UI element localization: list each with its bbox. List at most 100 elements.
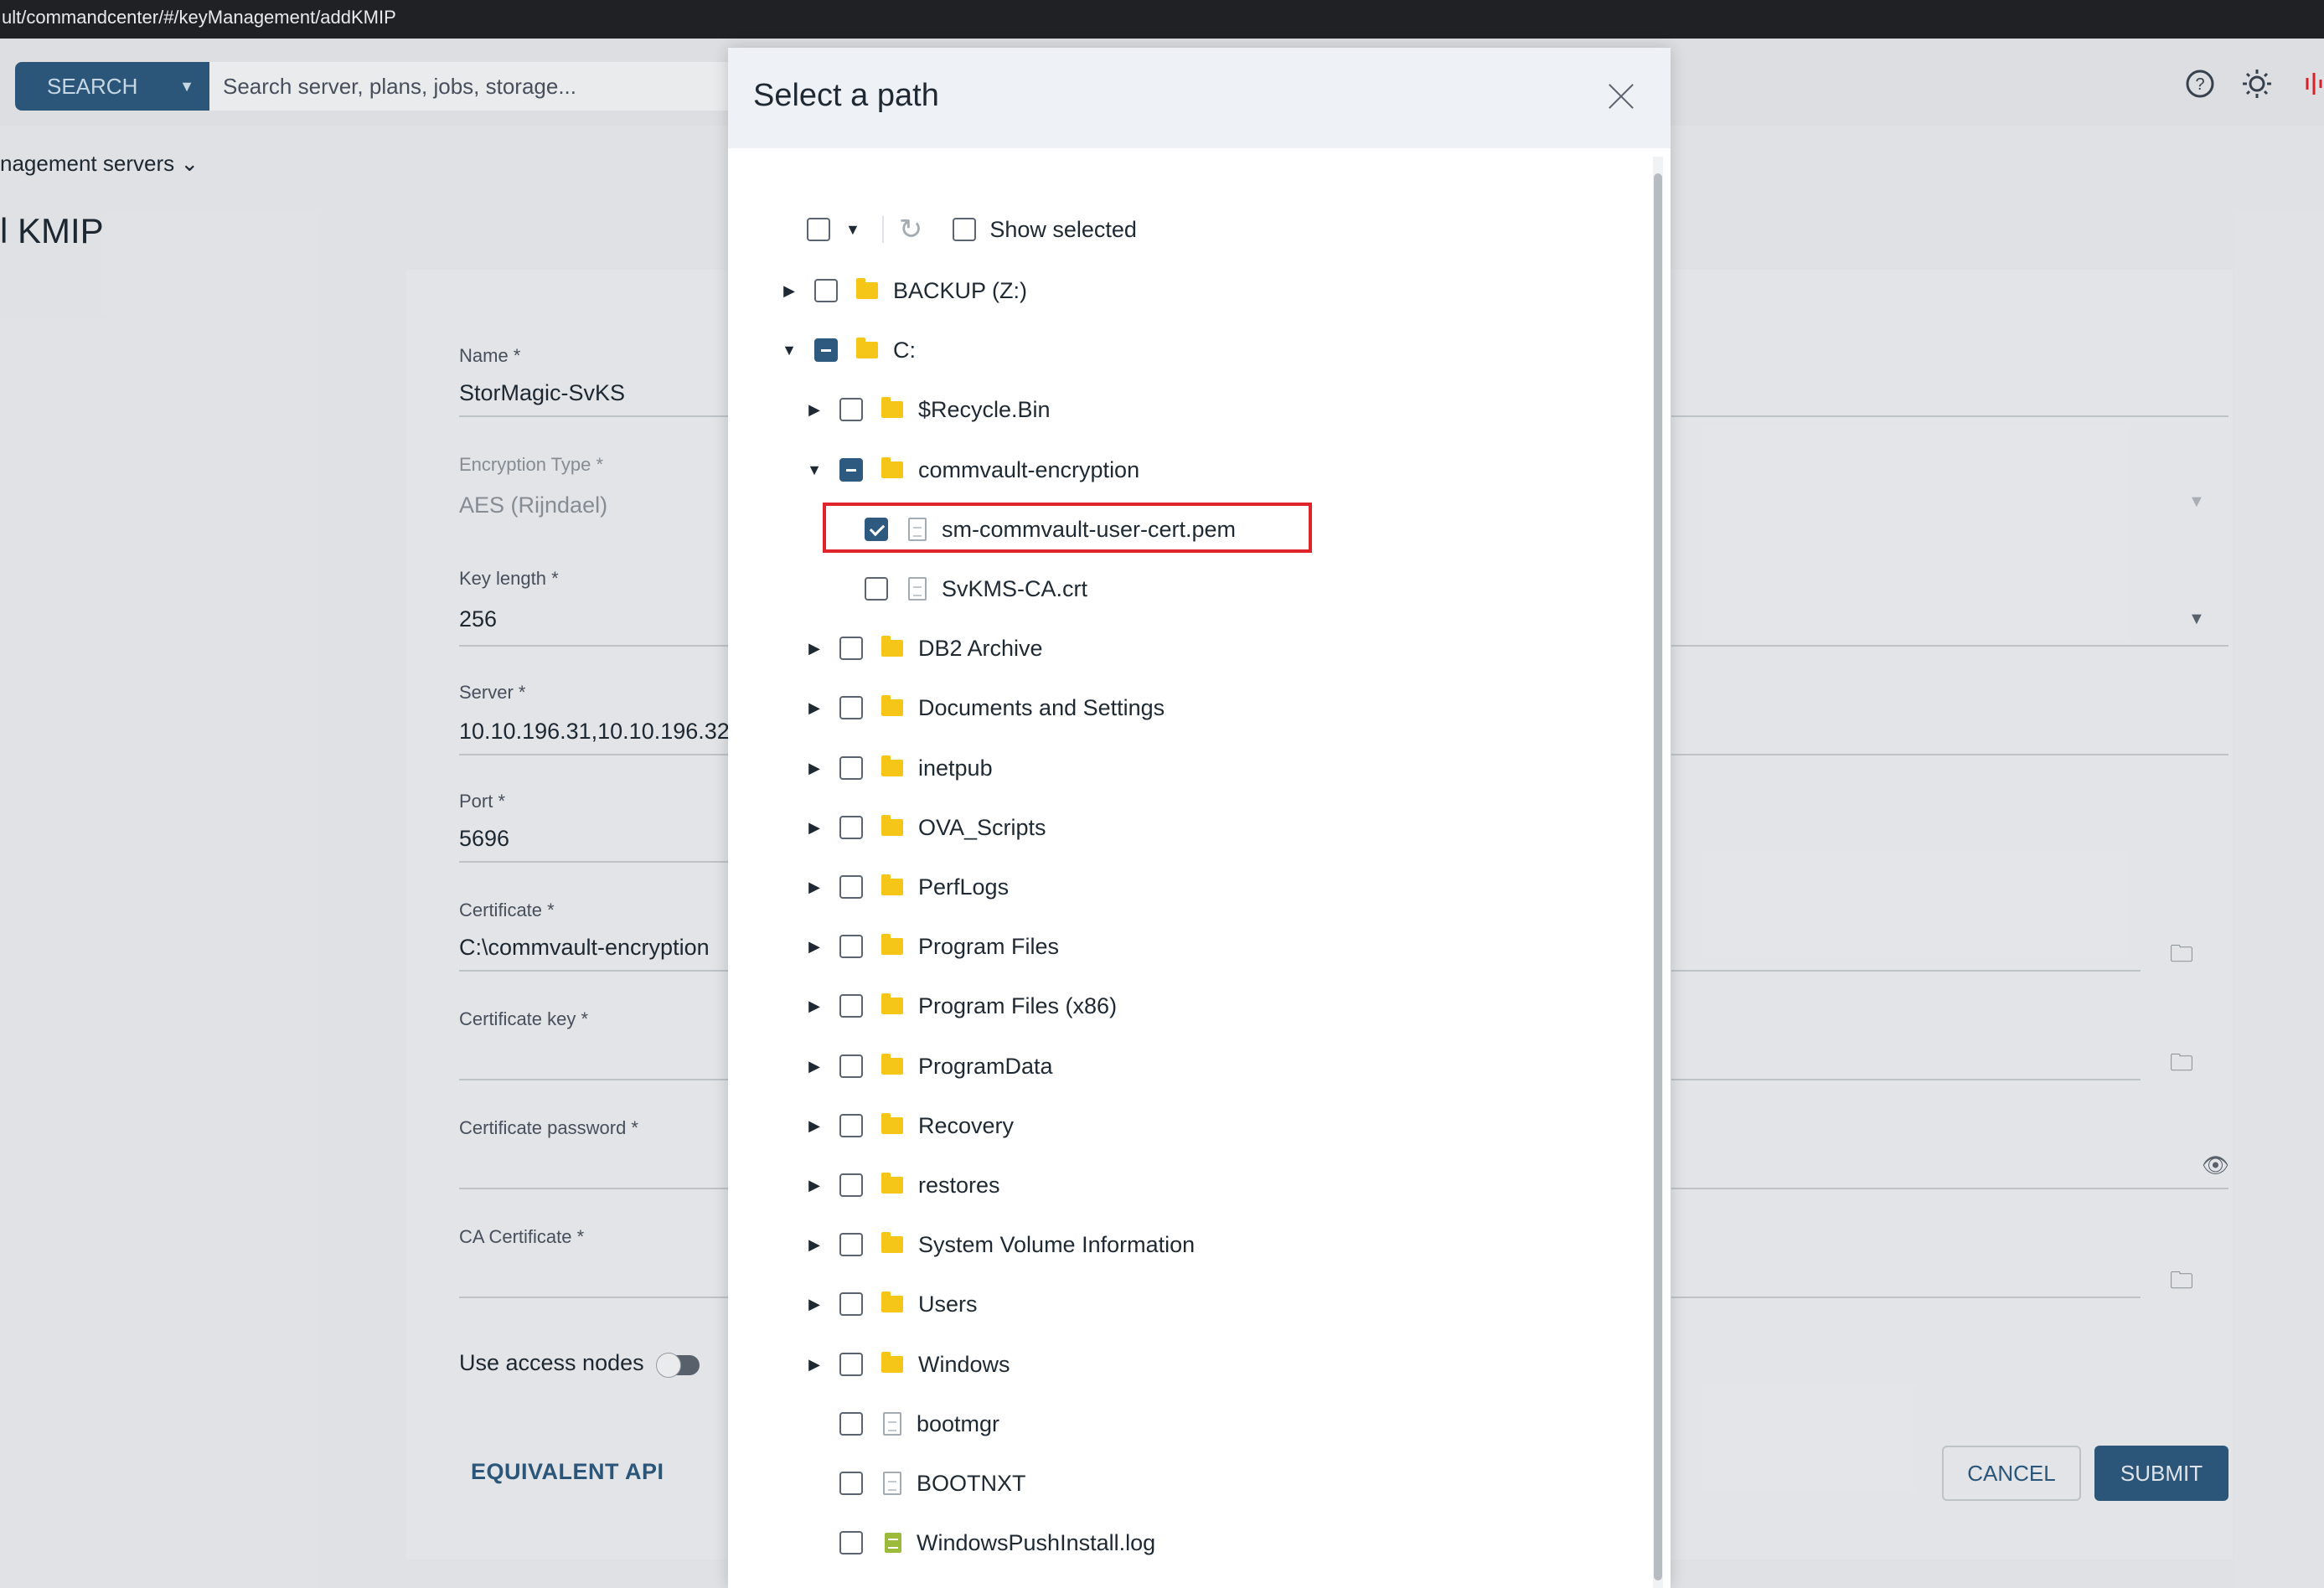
- tree-row[interactable]: ▶BOOTNXT: [804, 1467, 1026, 1500]
- folder-icon: [881, 993, 903, 1014]
- expand-arrow-icon[interactable]: ▶: [804, 1177, 824, 1194]
- tree-row[interactable]: ▶WindowsPushInstall.log: [804, 1526, 1155, 1560]
- tree-row[interactable]: ▶ inetpub: [804, 751, 993, 785]
- log-file-icon: [885, 1533, 901, 1553]
- folder-icon: [881, 1113, 903, 1134]
- dialog-header: Select a path: [728, 48, 1671, 148]
- file-icon: [883, 1472, 901, 1495]
- file-icon: [883, 1412, 901, 1436]
- tree-checkbox[interactable]: [839, 994, 863, 1018]
- tree-checkbox[interactable]: [839, 935, 863, 958]
- expand-arrow-icon[interactable]: ▶: [779, 282, 799, 300]
- tree-checkbox[interactable]: [839, 696, 863, 719]
- show-selected-label: Show selected: [989, 216, 1137, 242]
- tree-checkbox[interactable]: [839, 1531, 863, 1554]
- expand-arrow-icon[interactable]: ▶: [804, 819, 824, 837]
- folder-icon: [881, 636, 903, 657]
- collapse-arrow-icon[interactable]: ▼: [779, 342, 799, 359]
- tree-checkbox[interactable]: [839, 756, 863, 780]
- tree-row[interactable]: ▶ ProgramData: [804, 1049, 1053, 1083]
- expand-arrow-icon[interactable]: ▶: [804, 640, 824, 657]
- tree-checkbox[interactable]: [814, 279, 838, 302]
- tree-row[interactable]: ▶SvKMS-CA.crt: [829, 572, 1087, 606]
- tree-checkbox[interactable]: [839, 1472, 863, 1495]
- tree-toolbar: ▼ ↻ Show selected: [807, 213, 1137, 246]
- expand-arrow-icon[interactable]: ▶: [804, 401, 824, 419]
- tree-row[interactable]: ▼ C:: [779, 333, 916, 367]
- tree-checkbox[interactable]: [839, 1353, 863, 1376]
- tree-row[interactable]: ▶ Program Files (x86): [804, 989, 1117, 1023]
- tree-item-label: Program Files (x86): [918, 992, 1118, 1018]
- show-selected-checkbox[interactable]: [953, 218, 977, 241]
- expand-arrow-icon[interactable]: ▶: [804, 1296, 824, 1313]
- tree-item-label: WindowsPushInstall.log: [917, 1529, 1156, 1555]
- tree-item-label: Windows: [918, 1351, 1010, 1377]
- tree-item-label: BACKUP (Z:): [893, 277, 1028, 303]
- tree-row[interactable]: ▶ OVA_Scripts: [804, 811, 1046, 844]
- tree-item-label: Recovery: [918, 1112, 1015, 1138]
- expand-arrow-icon[interactable]: ▶: [804, 998, 824, 1015]
- folder-icon: [856, 278, 878, 299]
- tree-row[interactable]: ▶ Documents and Settings: [804, 691, 1165, 724]
- tree-checkbox[interactable]: [839, 458, 863, 482]
- tree-item-label: DB2 Archive: [918, 635, 1043, 661]
- refresh-icon[interactable]: ↻: [899, 213, 923, 246]
- tree-checkbox[interactable]: [839, 1054, 863, 1078]
- tree-row[interactable]: ▶ DB2 Archive: [804, 632, 1043, 665]
- tree-item-label: OVA_Scripts: [918, 814, 1046, 840]
- dialog-title: Select a path: [753, 78, 939, 113]
- select-options-caret-icon[interactable]: ▼: [845, 221, 860, 239]
- expand-arrow-icon[interactable]: ▶: [804, 760, 824, 777]
- tree-row[interactable]: ▶ Windows: [804, 1348, 1010, 1381]
- tree-row[interactable]: ▼ commvault-encryption: [804, 453, 1139, 487]
- tree-checkbox[interactable]: [839, 1292, 863, 1316]
- dialog-scrollbar-thumb[interactable]: [1654, 173, 1662, 1580]
- browser-url-bar[interactable]: ult/commandcenter/#/keyManagement/addKMI…: [0, 0, 2324, 39]
- tree-row[interactable]: ▶ restores: [804, 1168, 1000, 1202]
- tree-checkbox[interactable]: [839, 637, 863, 660]
- expand-arrow-icon[interactable]: ▶: [804, 1236, 824, 1254]
- tree-row[interactable]: ▶ Users: [804, 1287, 977, 1321]
- expand-arrow-icon[interactable]: ▶: [804, 879, 824, 896]
- tree-row[interactable]: ▶ System Volume Information: [804, 1228, 1195, 1261]
- folder-icon: [881, 397, 903, 418]
- tree-row[interactable]: ▶bootmgr: [804, 1407, 999, 1441]
- select-all-checkbox[interactable]: [807, 218, 830, 241]
- tree-checkbox[interactable]: [839, 1412, 863, 1436]
- folder-icon: [881, 457, 903, 478]
- tree-item-label: bootmgr: [917, 1410, 1000, 1436]
- expand-arrow-icon[interactable]: ▶: [804, 1356, 824, 1374]
- tree-item-label: Documents and Settings: [918, 694, 1165, 720]
- tree-row[interactable]: ▶ Program Files: [804, 930, 1059, 963]
- expand-arrow-icon[interactable]: ▶: [804, 699, 824, 717]
- tree-checkbox[interactable]: [839, 1233, 863, 1256]
- tree-row[interactable]: ▶ BACKUP (Z:): [779, 274, 1027, 307]
- expand-arrow-icon[interactable]: ▶: [804, 1058, 824, 1075]
- toolbar-divider: [881, 216, 884, 243]
- tree-row[interactable]: ▶ $Recycle.Bin: [804, 393, 1051, 426]
- folder-icon: [881, 934, 903, 955]
- tree-checkbox[interactable]: [839, 816, 863, 839]
- tree-row[interactable]: ▶ Recovery: [804, 1109, 1014, 1142]
- folder-icon: [881, 1292, 903, 1312]
- tree-item-label: ProgramData: [918, 1053, 1053, 1079]
- close-icon[interactable]: [1604, 80, 1638, 113]
- collapse-arrow-icon[interactable]: ▼: [804, 461, 824, 479]
- tree-checkbox[interactable]: [839, 1114, 863, 1137]
- tree-item-label: System Volume Information: [918, 1231, 1196, 1257]
- folder-icon: [856, 338, 878, 358]
- tree-row[interactable]: ▶ PerfLogs: [804, 870, 1009, 904]
- tree-checkbox[interactable]: [839, 398, 863, 421]
- folder-icon: [881, 755, 903, 776]
- tree-item-label: C:: [893, 337, 916, 363]
- tree-item-label: PerfLogs: [918, 874, 1010, 900]
- folder-icon: [881, 1232, 903, 1253]
- expand-arrow-icon[interactable]: ▶: [804, 1117, 824, 1135]
- tree-item-label: restores: [918, 1172, 1000, 1198]
- tree-checkbox[interactable]: [865, 577, 888, 601]
- tree-item-label: BOOTNXT: [917, 1470, 1026, 1496]
- expand-arrow-icon[interactable]: ▶: [804, 938, 824, 956]
- tree-checkbox[interactable]: [814, 338, 838, 362]
- tree-checkbox[interactable]: [839, 875, 863, 899]
- tree-checkbox[interactable]: [839, 1173, 863, 1197]
